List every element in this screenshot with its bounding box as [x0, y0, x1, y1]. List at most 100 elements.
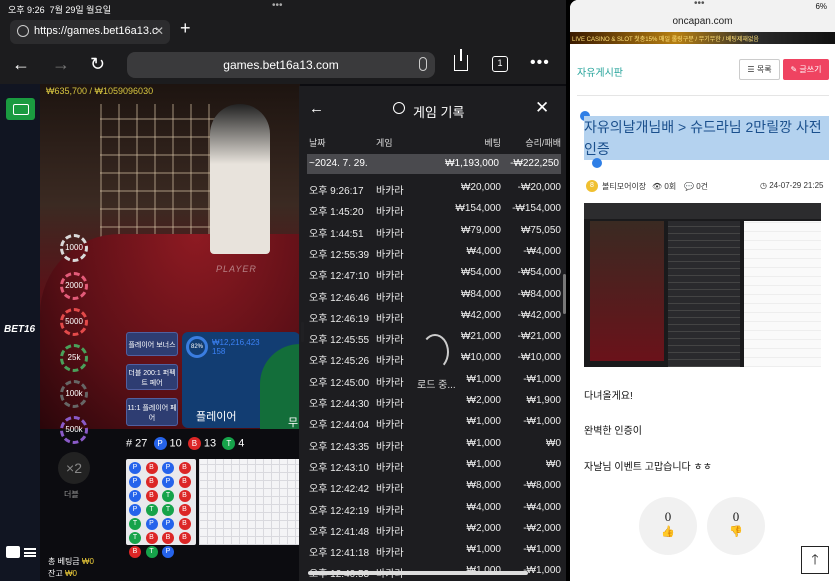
history-row[interactable]: 오후 9:26:17 바카라 ₩20,000 -₩20,000	[309, 178, 561, 199]
history-row[interactable]: 오후 12:42:42 바카라 ₩8,000 -₩8,000	[309, 476, 561, 497]
chip-25k[interactable]: 25k	[60, 344, 88, 372]
globe-icon	[17, 25, 29, 37]
remain-label: 잔고	[48, 569, 63, 578]
history-cell-game: 바카라	[376, 313, 404, 325]
selection-end-handle[interactable]	[592, 158, 602, 168]
history-cell-game: 바카라	[376, 207, 404, 219]
history-cell-pl: -₩1,000	[523, 544, 561, 556]
history-row[interactable]: 오후 12:43:10 바카라 ₩1,000 ₩0	[309, 455, 561, 476]
history-row[interactable]: 오후 12:42:19 바카라 ₩4,000 -₩4,000	[309, 498, 561, 519]
more-menu-button[interactable]: •••	[530, 54, 550, 72]
history-row[interactable]: 오후 12:41:48 바카라 ₩2,000 -₩2,000	[309, 519, 561, 540]
history-header: ← 게임 기록 ✕	[299, 86, 566, 130]
history-cell-time: 오후 1:45:20	[309, 207, 364, 219]
bead-road: PBPBPBPBPBTBPTTBTPPBTBBBBTP	[126, 459, 196, 558]
microphone-icon[interactable]	[419, 57, 427, 71]
history-row[interactable]: 오후 1:45:20 바카라 ₩154,000 -₩154,000	[309, 199, 561, 220]
history-close-button[interactable]: ✕	[535, 98, 549, 118]
url-toolbar: ← → ↻ games.bet16a13.com 1 •••	[0, 46, 566, 84]
history-row[interactable]: 오후 12:46:46 바카라 ₩84,000 -₩84,000	[309, 285, 561, 306]
history-cell-bet: ₩20,000	[460, 182, 501, 193]
history-cell-pl: ₩75,050	[520, 224, 561, 236]
status-date: 7월 29일 월요일	[49, 5, 112, 15]
bead-cell: P	[162, 546, 174, 558]
history-row[interactable]: 오후 12:44:30 바카라 ₩2,000 ₩1,900	[309, 391, 561, 412]
history-cell-pl: -₩10,000	[517, 352, 561, 364]
game-area: BET16 PLAYER ₩635,700 / ₩1059096030 1000…	[0, 84, 566, 581]
downvote-button[interactable]: 0 👎	[707, 497, 765, 555]
chip-100k[interactable]: 100k	[60, 380, 88, 408]
history-cell-time: 오후 12:45:26	[309, 356, 370, 368]
total-bet-value: ₩0	[81, 557, 94, 566]
browser-tab[interactable]: https://games.bet16a13.c ✕	[10, 20, 170, 44]
back-button[interactable]: ←	[12, 54, 30, 75]
thumb-board	[744, 221, 821, 367]
list-button-label: 목록	[756, 65, 772, 74]
thumb-browser-bar	[584, 203, 821, 219]
post-comments: 💬 0건	[684, 182, 708, 191]
history-row[interactable]: 오후 12:46:19 바카라 ₩42,000 -₩42,000	[309, 306, 561, 327]
chip-2000[interactable]: 2000	[60, 272, 88, 300]
history-cell-game: 바카라	[376, 377, 404, 389]
double-button[interactable]: ×2	[58, 452, 90, 484]
total-bet-label: 총 베팅금	[48, 557, 80, 566]
home-indicator[interactable]	[308, 571, 528, 575]
address-bar[interactable]: games.bet16a13.com	[127, 52, 435, 78]
history-cell-bet: ₩2,000	[466, 522, 501, 534]
gift-icon[interactable]	[6, 546, 20, 558]
new-tab-button[interactable]: +	[180, 18, 191, 39]
history-cell-bet: ₩42,000	[460, 309, 501, 321]
summary-pl: -₩222,250	[510, 158, 559, 169]
history-cell-game: 바카라	[376, 548, 404, 560]
history-row[interactable]: 오후 12:55:39 바카라 ₩4,000 -₩4,000	[309, 242, 561, 263]
write-button[interactable]: ✎ 글쓰기	[783, 59, 829, 80]
bead-cell: B	[145, 476, 158, 488]
history-row[interactable]: 오후 12:47:10 바카라 ₩54,000 -₩54,000	[309, 263, 561, 284]
history-summary-row: ~2024. 7. 29. ₩1,193,000 -₩222,250	[307, 154, 561, 174]
oncapan-url[interactable]: oncapan.com	[570, 14, 835, 32]
player-bonus-button[interactable]: 플레이어 보너스	[126, 332, 178, 356]
round-number: # 27	[126, 437, 148, 450]
wallet-icon[interactable]	[6, 98, 35, 120]
history-row[interactable]: 오후 12:41:18 바카라 ₩1,000 -₩1,000	[309, 540, 561, 561]
menu-icon[interactable]	[24, 548, 36, 557]
perfect-pair-button[interactable]: 더블 200:1 퍼펙트 페어	[126, 364, 178, 390]
chip-5000[interactable]: 5000	[60, 308, 88, 336]
post-screenshot-image[interactable]	[584, 203, 821, 367]
history-back-button[interactable]: ←	[309, 100, 324, 117]
history-cell-time: 오후 12:42:42	[309, 484, 370, 496]
bead-cell: P	[162, 518, 174, 530]
battery-indicator: 6%	[815, 2, 827, 11]
forward-button[interactable]: →	[52, 54, 70, 75]
multitask-dots[interactable]: •••	[272, 0, 283, 11]
author-level-icon: 8	[586, 180, 598, 192]
list-button[interactable]: ☰ 목록	[739, 59, 780, 80]
reload-button[interactable]: ↻	[90, 54, 105, 75]
url-text: games.bet16a13.com	[223, 58, 339, 72]
chip-1000[interactable]: 1000	[60, 234, 88, 262]
big-road	[199, 459, 299, 545]
history-cell-pl: -₩84,000	[517, 288, 561, 300]
history-cell-game: 바카라	[376, 271, 404, 283]
history-cell-game: 바카라	[376, 186, 404, 197]
board-title[interactable]: 자유게시판	[577, 64, 623, 79]
history-row[interactable]: 오후 1:44:51 바카라 ₩79,000 ₩75,050	[309, 221, 561, 242]
history-cell-game: 바카라	[376, 335, 404, 347]
share-icon[interactable]	[454, 49, 468, 71]
views-count: 0회	[664, 182, 677, 191]
upvote-button[interactable]: 0 👍	[639, 497, 697, 555]
player-pair-button[interactable]: 11:1 플레이어 페어	[126, 398, 178, 426]
scroll-to-top-button[interactable]: 🡑	[801, 546, 829, 574]
history-row[interactable]: 오후 12:43:35 바카라 ₩1,000 ₩0	[309, 434, 561, 455]
tab-close-button[interactable]: ✕	[154, 24, 164, 38]
history-cell-time: 오후 1:44:51	[309, 228, 364, 240]
history-cell-bet: ₩1,000	[466, 544, 501, 556]
multitask-dots-right[interactable]: •••	[694, 0, 705, 9]
history-cell-bet: ₩84,000	[460, 288, 501, 300]
tabs-overview-button[interactable]: 1	[492, 56, 508, 72]
history-row[interactable]: 오후 12:44:04 바카라 ₩1,000 -₩1,000	[309, 412, 561, 433]
post-author[interactable]: 볼티모어이장	[602, 181, 646, 192]
history-cell-game: 바카라	[376, 484, 404, 496]
chip-500k[interactable]: 500k	[60, 416, 88, 444]
casino-banner[interactable]: LIVE CASINO & SLOT 첫충15% 매일 롤링구분 / 무기무한 …	[570, 32, 835, 44]
